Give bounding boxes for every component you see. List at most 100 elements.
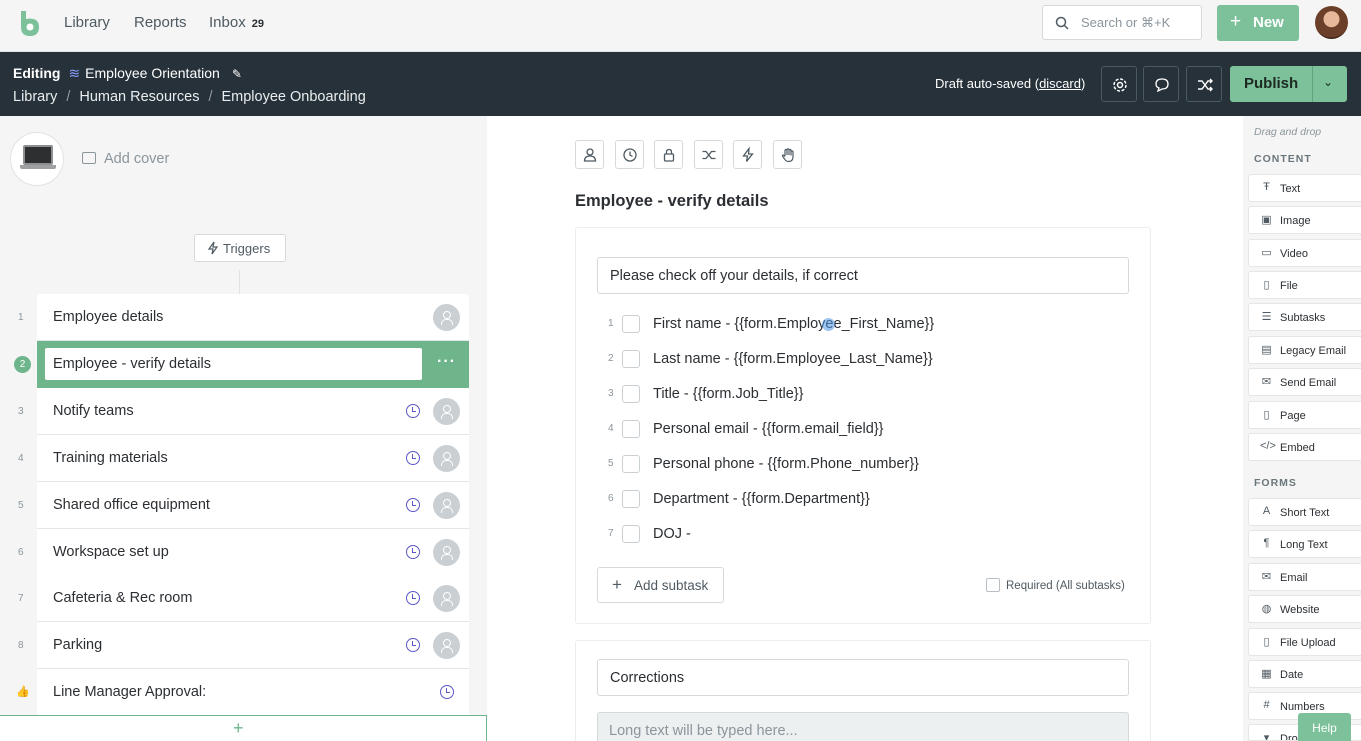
task-item-parking[interactable]: Parking <box>37 622 469 669</box>
subtask-checkbox[interactable] <box>622 385 640 403</box>
nav-inbox[interactable]: Inbox 29 <box>209 14 264 31</box>
widget-label: Embed <box>1280 442 1315 454</box>
assignee-icon[interactable] <box>433 398 460 425</box>
more-options-icon[interactable]: ··· <box>437 353 456 371</box>
automations-button[interactable] <box>733 140 762 169</box>
conditional-logic-button[interactable] <box>694 140 723 169</box>
nav-library[interactable]: Library <box>64 14 110 31</box>
subtask-checkbox[interactable] <box>622 420 640 438</box>
subtask-checkbox[interactable] <box>622 525 640 543</box>
nav-reports[interactable]: Reports <box>134 14 187 31</box>
subtask-text[interactable]: DOJ - <box>653 526 691 542</box>
task-item-employee-details[interactable]: Employee details <box>37 294 469 341</box>
add-subtask-button[interactable]: + Add subtask <box>597 567 724 603</box>
assignee-icon[interactable] <box>433 632 460 659</box>
widget-image[interactable]: ▣ Image <box>1248 206 1361 234</box>
breadcrumb-human-resources[interactable]: Human Resources <box>79 89 199 105</box>
widget-long-text[interactable]: ¶ Long Text <box>1248 530 1361 558</box>
clock-icon[interactable] <box>406 498 420 512</box>
clock-icon[interactable] <box>406 591 420 605</box>
task-item-cafeteria[interactable]: Cafeteria & Rec room <box>37 575 469 622</box>
stop-task-button[interactable] <box>773 140 802 169</box>
subtask-text[interactable]: Personal email - {{form.email_field}} <box>653 421 884 437</box>
task-item-verify-details[interactable]: Employee - verify details ··· <box>37 341 469 388</box>
subtask-checkbox[interactable] <box>622 490 640 508</box>
new-button-label: New <box>1253 14 1284 31</box>
widget-page[interactable]: ▯ Page <box>1248 401 1361 429</box>
long-text-field[interactable]: Long text will be typed here... <box>597 712 1129 741</box>
task-number: 4 <box>18 453 24 464</box>
clock-icon[interactable] <box>406 638 420 652</box>
shuffle-icon <box>1198 78 1213 92</box>
task-item-shared-office-equipment[interactable]: Shared office equipment <box>37 482 469 529</box>
required-checkbox[interactable]: Required (All subtasks) <box>986 578 1125 592</box>
widget-legacy-email[interactable]: ▤ Legacy Email <box>1248 336 1361 364</box>
widget-send-email[interactable]: ✉ Send Email <box>1248 368 1361 396</box>
widget-email[interactable]: ✉ Email <box>1248 563 1361 591</box>
checkbox[interactable] <box>986 578 1000 592</box>
subtask-row[interactable]: 5 Personal phone - {{form.Phone_number}} <box>597 450 1117 480</box>
search-input[interactable]: Search or ⌘+K <box>1042 5 1202 40</box>
assignee-icon[interactable] <box>433 445 460 472</box>
widget-file[interactable]: ▯ File <box>1248 271 1361 299</box>
corrections-label-input[interactable]: Corrections <box>597 659 1129 696</box>
add-cover-button[interactable]: Add cover <box>82 151 169 167</box>
triggers-button[interactable]: Triggers <box>194 234 286 262</box>
widget-text[interactable]: Ŧ Text <box>1248 174 1361 202</box>
widget-subtasks[interactable]: ☰ Subtasks <box>1248 303 1361 331</box>
widget-short-text[interactable]: A Short Text <box>1248 498 1361 526</box>
widget-file-upload[interactable]: ▯ File Upload <box>1248 628 1361 656</box>
subtask-checkbox[interactable] <box>622 315 640 333</box>
subtask-text[interactable]: Personal phone - {{form.Phone_number}} <box>653 456 919 472</box>
logic-button[interactable] <box>1186 66 1222 102</box>
app-logo[interactable] <box>17 9 41 37</box>
task-item-training-materials[interactable]: Training materials <box>37 435 469 482</box>
subtask-row[interactable]: 6 Department - {{form.Department}} <box>597 485 1117 515</box>
widget-date[interactable]: ▦ Date <box>1248 660 1361 688</box>
task-item-notify-teams[interactable]: Notify teams <box>37 388 469 435</box>
clock-icon[interactable] <box>406 404 420 418</box>
step-title[interactable]: Employee - verify details <box>575 192 769 211</box>
due-date-button[interactable] <box>615 140 644 169</box>
workflow-name[interactable]: Employee Orientation <box>85 65 220 81</box>
assignee-icon[interactable] <box>433 304 460 331</box>
clock-icon[interactable] <box>406 545 420 559</box>
subtasks-header-input[interactable]: Please check off your details, if correc… <box>597 257 1129 294</box>
subtask-row[interactable]: 7 DOJ - <box>597 520 1117 550</box>
subtask-row[interactable]: 4 Personal email - {{form.email_field}} <box>597 415 1117 445</box>
task-item-line-manager-approval[interactable]: Line Manager Approval: <box>37 669 469 716</box>
permissions-button[interactable] <box>654 140 683 169</box>
assignee-icon[interactable] <box>433 492 460 519</box>
publish-button[interactable]: Publish ⌄ <box>1230 66 1347 102</box>
assignee-icon[interactable] <box>433 539 460 566</box>
breadcrumb-employee-onboarding[interactable]: Employee Onboarding <box>221 89 365 105</box>
edit-pencil-icon[interactable]: ✎ <box>232 67 242 81</box>
user-avatar[interactable] <box>1315 6 1348 39</box>
assign-button[interactable] <box>575 140 604 169</box>
chevron-down-icon[interactable]: ⌄ <box>1323 75 1333 89</box>
discard-link[interactable]: discard <box>1039 76 1081 91</box>
subtask-text[interactable]: Title - {{form.Job_Title}} <box>653 386 803 402</box>
subtask-text[interactable]: Last name - {{form.Employee_Last_Name}} <box>653 351 933 367</box>
clock-icon[interactable] <box>440 685 454 699</box>
subtask-checkbox[interactable] <box>622 350 640 368</box>
settings-button[interactable] <box>1101 66 1137 102</box>
subtask-text[interactable]: First name - {{form.Employee_First_Name}… <box>653 316 934 332</box>
widget-video[interactable]: ▭ Video <box>1248 239 1361 267</box>
workflow-cover-thumbnail[interactable] <box>10 132 64 186</box>
subtask-row[interactable]: 2 Last name - {{form.Employee_Last_Name}… <box>597 345 1117 375</box>
subtask-row[interactable]: 3 Title - {{form.Job_Title}} <box>597 380 1117 410</box>
subtask-row[interactable]: 1 First name - {{form.Employee_First_Nam… <box>597 310 1117 340</box>
subtask-text[interactable]: Department - {{form.Department}} <box>653 491 870 507</box>
subtask-checkbox[interactable] <box>622 455 640 473</box>
widget-website[interactable]: ◍ Website <box>1248 595 1361 623</box>
task-item-workspace-set-up[interactable]: Workspace set up <box>37 529 469 576</box>
help-button[interactable]: Help <box>1298 713 1351 741</box>
add-step-button[interactable]: + <box>0 715 487 741</box>
breadcrumb-library[interactable]: Library <box>13 89 57 105</box>
clock-icon[interactable] <box>406 451 420 465</box>
comments-button[interactable] <box>1143 66 1179 102</box>
widget-embed[interactable]: </> Embed <box>1248 433 1361 461</box>
new-button[interactable]: + New <box>1217 5 1299 41</box>
assignee-icon[interactable] <box>433 585 460 612</box>
